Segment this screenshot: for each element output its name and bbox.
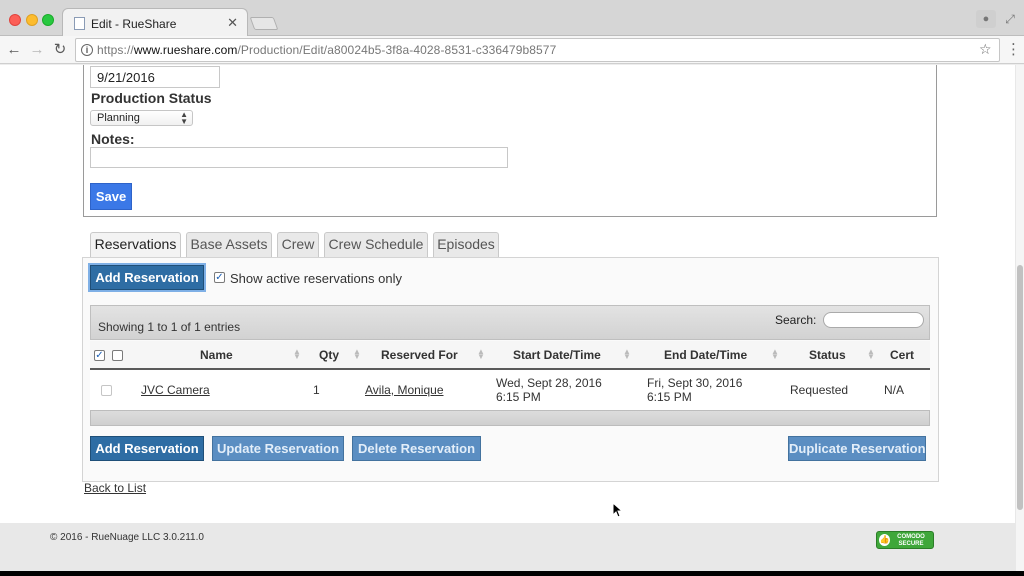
reserved-for-link[interactable]: Avila, Monique (365, 383, 444, 397)
showing-entries-text: Showing 1 to 1 of 1 entries (98, 320, 241, 334)
column-header-qty[interactable]: Qty (319, 348, 339, 362)
end-time: 6:15 PM (647, 390, 692, 404)
title-bar: Edit - RueShare ✕ ● ⤢ (0, 0, 1024, 37)
sort-name-icon[interactable]: ▲ ▼ (293, 348, 301, 361)
scrollbar-thumb[interactable] (1017, 265, 1023, 510)
column-header-status[interactable]: Status (809, 348, 846, 362)
reservation-cert: N/A (884, 383, 905, 397)
end-date: Fri, Sept 30, 2016 (647, 376, 743, 390)
production-status-value: Planning (97, 112, 140, 124)
grid-toolbar: Showing 1 to 1 of 1 entries Search: (90, 305, 930, 340)
mouse-pointer-icon (612, 502, 624, 518)
url-text: https://www.rueshare.com/Production/Edit… (97, 43, 556, 57)
tab-crew[interactable]: Crew (277, 232, 319, 257)
badge-line-2: SECURE (898, 541, 924, 547)
add-reservation-button[interactable]: Add Reservation (90, 436, 204, 461)
address-bar[interactable]: i https://www.rueshare.com/Production/Ed… (75, 38, 1000, 62)
sort-end-icon[interactable]: ▲ ▼ (771, 348, 779, 361)
browser-tab-title: Edit - RueShare (91, 17, 177, 31)
sort-reserved-for-icon[interactable]: ▲ ▼ (477, 348, 485, 361)
url-host: www.rueshare.com (133, 43, 238, 57)
tab-reservations[interactable]: Reservations (90, 232, 181, 258)
save-button[interactable]: Save (90, 183, 132, 210)
minimize-window-button[interactable] (26, 14, 38, 26)
column-header-end[interactable]: End Date/Time (664, 348, 747, 362)
page-content: Production Status Planning ▲▼ Notes: Sav… (0, 65, 1024, 571)
comodo-secure-badge[interactable]: 👍 COMODO SECURE (876, 531, 934, 549)
notes-field[interactable] (90, 147, 508, 168)
back-arrow-icon[interactable]: ← (5, 41, 23, 59)
start-date: Wed, Sept 28, 2016 (496, 376, 602, 390)
page-favicon-icon (74, 17, 85, 30)
reload-icon[interactable]: ↻ (51, 41, 69, 59)
new-tab-button[interactable] (249, 17, 279, 30)
delete-reservation-button[interactable]: Delete Reservation (352, 436, 481, 461)
sort-start-icon[interactable]: ▲ ▼ (623, 348, 631, 361)
reservation-status: Requested (790, 383, 849, 397)
row-checkbox[interactable] (101, 385, 112, 396)
tab-crew-schedule[interactable]: Crew Schedule (324, 232, 428, 257)
maximize-window-button[interactable] (42, 14, 54, 26)
active-only-label: Show active reservations only (230, 271, 402, 286)
close-window-button[interactable] (9, 14, 21, 26)
reservation-name-link[interactable]: JVC Camera (141, 383, 210, 397)
duplicate-reservation-button[interactable]: Duplicate Reservation (788, 436, 926, 461)
site-info-icon[interactable]: i (81, 44, 93, 56)
active-only-checkbox[interactable]: ✓ (214, 272, 225, 283)
sort-qty-icon[interactable]: ▲ ▼ (353, 348, 361, 361)
select-updown-icon: ▲ ▼ (180, 110, 188, 126)
browser-tab[interactable]: Edit - RueShare ✕ (62, 8, 248, 37)
forward-arrow-icon[interactable]: → (28, 41, 46, 59)
grid-footer (90, 410, 930, 426)
sort-status-icon[interactable]: ▲ ▼ (867, 348, 875, 361)
profile-icon[interactable]: ● (976, 10, 996, 28)
column-header-cert[interactable]: Cert (890, 348, 914, 362)
start-time: 6:15 PM (496, 390, 541, 404)
production-status-label: Production Status (91, 90, 212, 106)
deselect-checkbox[interactable] (112, 350, 123, 361)
search-input[interactable] (823, 312, 924, 328)
date-field[interactable] (90, 66, 220, 88)
fullscreen-icon[interactable]: ⤢ (1002, 10, 1018, 28)
table-header: ✓ Name ▲ ▼ Qty ▲ ▼ Reserved For ▲ ▼ Start D… (90, 341, 930, 370)
reservation-qty: 1 (313, 383, 320, 397)
tab-close-icon[interactable]: ✕ (227, 15, 238, 31)
browser-toolbar: ← → ↻ i https://www.rueshare.com/Product… (0, 36, 1024, 64)
url-scheme: https:// (97, 43, 134, 57)
page-footer: © 2016 - RueNuage LLC 3.0.211.0 👍 COMODO… (0, 523, 1015, 571)
bookmark-star-icon[interactable]: ☆ (979, 41, 992, 58)
tab-base-assets[interactable]: Base Assets (186, 232, 272, 257)
url-path: /Production/Edit/a80024b5-3f8a-4028-8531… (237, 43, 557, 57)
back-to-list-link[interactable]: Back to List (84, 481, 146, 495)
column-header-name[interactable]: Name (200, 348, 233, 362)
thumbs-up-icon: 👍 (879, 534, 890, 546)
copyright-text: © 2016 - RueNuage LLC 3.0.211.0 (50, 532, 204, 543)
browser-window: Edit - RueShare ✕ ● ⤢ ← → ↻ i https://ww… (0, 0, 1024, 571)
notes-label: Notes: (91, 131, 135, 147)
production-status-select[interactable]: Planning ▲ ▼ (90, 110, 193, 126)
column-header-start[interactable]: Start Date/Time (513, 348, 601, 362)
select-all-checkbox[interactable]: ✓ (94, 350, 105, 361)
browser-menu-icon[interactable]: ⋮ (1006, 40, 1021, 58)
tab-episodes[interactable]: Episodes (433, 232, 499, 257)
column-header-reserved-for[interactable]: Reserved For (381, 348, 458, 362)
badge-line-1: COMODO (897, 534, 925, 540)
add-reservation-button-top[interactable]: Add Reservation (90, 265, 204, 290)
table-row[interactable]: JVC Camera 1 Avila, Monique Wed, Sept 28… (90, 370, 930, 410)
page-scrollbar[interactable] (1015, 65, 1024, 571)
update-reservation-button[interactable]: Update Reservation (212, 436, 344, 461)
search-label: Search: (775, 313, 817, 327)
